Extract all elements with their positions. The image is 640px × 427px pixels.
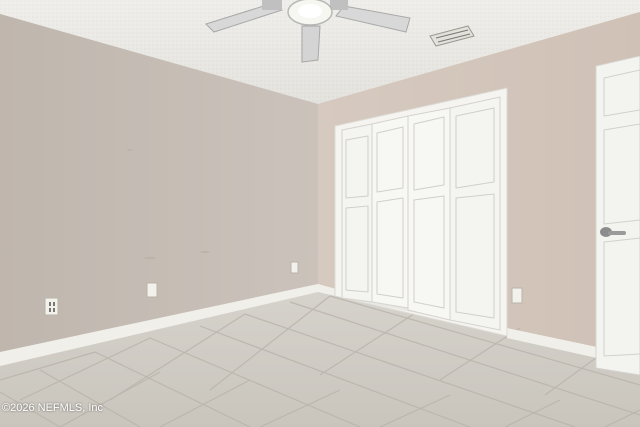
- entry-door[interactable]: [595, 55, 640, 376]
- outlet-icon: [511, 287, 523, 304]
- watermark: ©2026 NEFMLS, Inc: [2, 402, 104, 414]
- outlet-icon: [290, 261, 299, 274]
- closet-door-panel-4[interactable]: [449, 96, 501, 331]
- room-illustration: [0, 0, 640, 427]
- outlet-icon: [146, 282, 158, 298]
- closet-doors[interactable]: [341, 96, 501, 331]
- room-photo: ©2026 NEFMLS, Inc: [0, 0, 640, 427]
- outlet-icon: [44, 297, 59, 316]
